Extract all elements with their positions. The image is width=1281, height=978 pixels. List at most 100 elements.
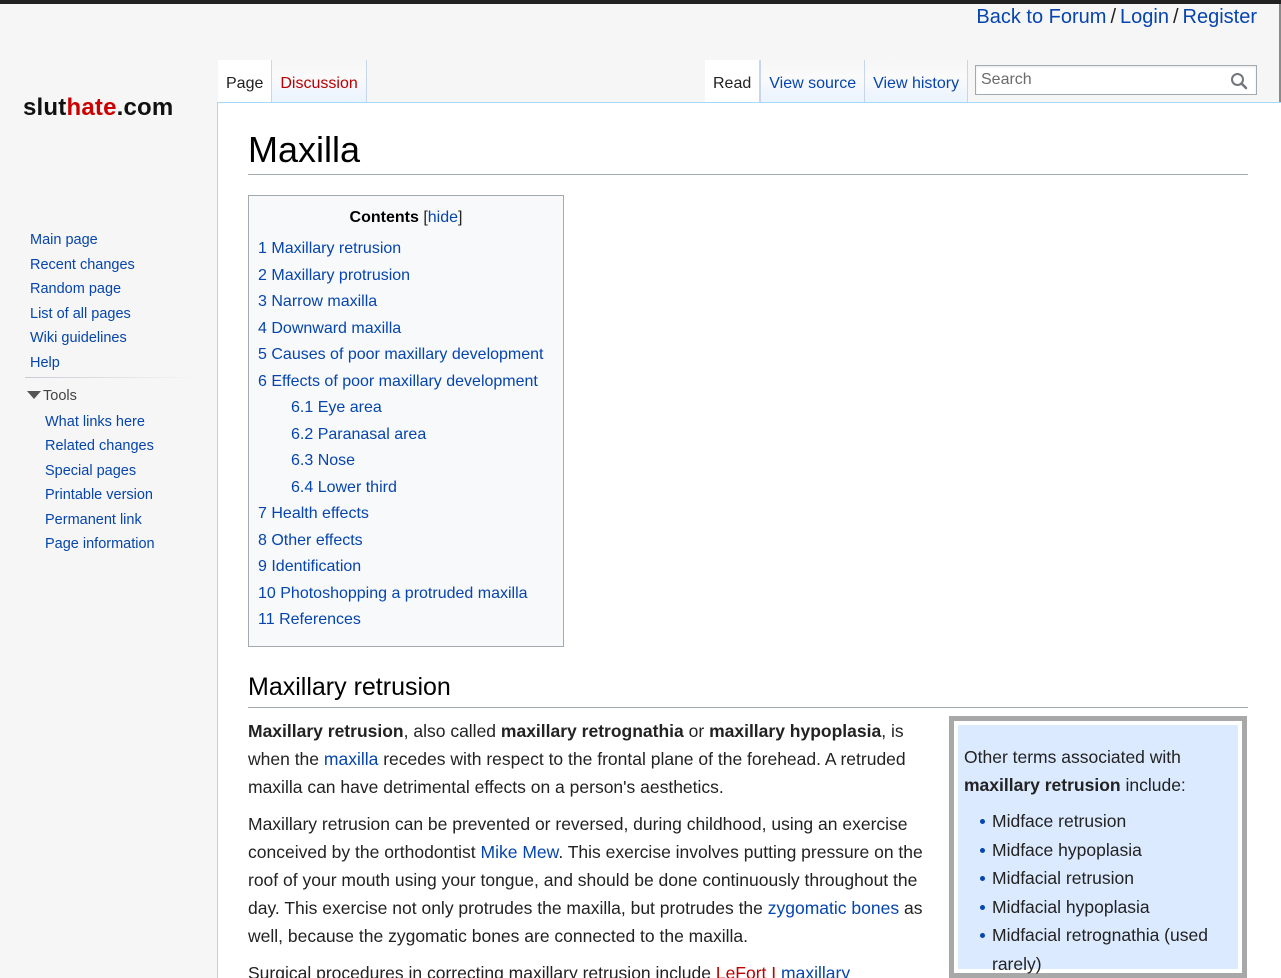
tab-view-history[interactable]: View history [865,60,969,102]
collapse-triangle-icon [27,391,41,399]
zygomatic-bones-link[interactable]: zygomatic bones [768,898,899,918]
search-box [975,65,1257,95]
bracket: ] [458,209,463,226]
sidebar-item-help[interactable]: Help [30,353,195,378]
toc-item: 6.3 Nose [258,450,544,477]
top-account-bar: Back to Forum / Login / Register [976,6,1257,29]
toc-link[interactable]: 6 Effects of poor maxillary development [258,373,538,390]
toc-header: Contents [hide] [249,209,563,227]
toc-link[interactable]: 8 Other effects [258,532,363,549]
toc-label: Paranasal area [317,425,427,443]
toc-item: 6.2 Paranasal area [258,424,544,451]
toc-link[interactable]: 7 Health effects [258,505,369,522]
toc-label: Maxillary protrusion [271,266,411,284]
toc-number: 4 [258,319,267,337]
separator: / [1172,6,1179,28]
toc-link[interactable]: 9 Identification [258,558,361,575]
sidebar-item-random-page[interactable]: Random page [30,279,195,304]
search-input[interactable] [979,70,1223,90]
toc-label: Health effects [271,505,369,522]
mike-mew-link[interactable]: Mike Mew [481,842,559,862]
toc-item: 3 Narrow maxilla [258,291,544,318]
toc-item: 10 Photoshopping a protruded maxilla [258,583,544,610]
toc-number: 6.2 [291,425,314,443]
sidebar-item-list-of-all-pages[interactable]: List of all pages [30,304,195,329]
page-title: Maxilla [248,129,361,170]
toc-item: 2 Maxillary protrusion [258,265,544,292]
text: Surgical procedures in correcting maxill… [248,963,716,978]
tools-item-printable-version[interactable]: Printable version [45,485,205,509]
tools-menu: What links here Related changes Special … [45,412,205,558]
site-logo[interactable]: sluthate.com [23,94,173,122]
toc-label: Narrow maxilla [271,293,378,310]
toc-link[interactable]: 3 Narrow maxilla [258,293,377,310]
toc-heading: Contents [349,209,419,226]
title-divider [248,174,1248,175]
toc-number: 6.3 [291,452,314,469]
search-icon[interactable] [1230,72,1248,90]
text: , also called [403,721,501,741]
toc-item: 7 Health effects [258,503,544,530]
toc-label: Downward maxilla [271,319,402,337]
maxillary-link[interactable]: maxillary [781,963,850,978]
toc-number: 6 [258,372,267,390]
separator: / [1110,6,1117,28]
article-content: Maxilla Contents [hide] 1 Maxillary retr… [217,102,1281,978]
toc-link[interactable]: 5 Causes of poor maxillary development [258,346,544,363]
table-of-contents: Contents [hide] 1 Maxillary retrusion 2 M… [248,195,564,647]
tab-discussion[interactable]: Discussion [272,60,367,102]
toc-link[interactable]: 4 Downward maxilla [258,320,401,337]
tab-page[interactable]: Page [218,60,273,102]
sidebar-item-recent-changes[interactable]: Recent changes [30,255,195,280]
tab-read[interactable]: Read [705,60,761,102]
paragraph: Surgical procedures in correcting maxill… [248,959,928,978]
toc-link[interactable]: 6.1 Eye area [291,399,382,416]
tools-toggle[interactable]: Tools [27,388,77,404]
toc-number: 5 [258,346,267,363]
paragraph: Maxillary retrusion, also called maxilla… [248,717,928,801]
paragraph: Maxillary retrusion can be prevented or … [248,810,928,950]
toc-link[interactable]: 2 Maxillary protrusion [258,267,410,284]
toc-link[interactable]: 1 Maxillary retrusion [258,240,401,257]
infobox-list-item: Midfacial hypoplasia [980,893,1232,922]
register-link[interactable]: Register [1183,6,1257,28]
toc-number: 2 [258,266,267,284]
logo-text-part: slut [23,94,67,121]
sidebar-item-main-page[interactable]: Main page [30,230,195,255]
maxilla-link[interactable]: maxilla [324,749,378,769]
bold-term: maxillary hypoplasia [709,721,882,741]
toc-link[interactable]: 11 References [258,611,361,628]
toc-link[interactable]: 10 Photoshopping a protruded maxilla [258,585,528,602]
tools-item-permanent-link[interactable]: Permanent link [45,510,205,534]
toc-label: Photoshopping a protruded maxilla [280,584,528,602]
toc-label: Lower third [317,478,397,496]
toc-link[interactable]: 6.4 Lower third [291,479,397,496]
toc-label: References [279,611,361,628]
back-to-forum-link[interactable]: Back to Forum [976,6,1106,28]
toc-item: 1 Maxillary retrusion [258,238,544,265]
toc-number: 9 [258,558,267,575]
sidebar-item-wiki-guidelines[interactable]: Wiki guidelines [30,328,195,353]
tools-item-page-information[interactable]: Page information [45,534,205,558]
infobox-intro: Other terms associated with [964,747,1181,767]
toc-number: 3 [258,293,267,310]
toc-label: Effects of poor maxillary development [271,372,538,390]
lefort-link[interactable]: LeFort I [716,963,776,978]
toc-link[interactable]: 6.3 Nose [291,452,355,469]
toc-number: 11 [258,611,275,628]
toc-link[interactable]: 6.2 Paranasal area [291,426,426,443]
tools-heading: Tools [43,388,77,404]
login-link[interactable]: Login [1120,6,1169,28]
tools-item-related-changes[interactable]: Related changes [45,436,205,460]
toc-hide-link[interactable]: hide [428,209,458,226]
tools-item-special-pages[interactable]: Special pages [45,461,205,485]
logo-text-part: hate [66,94,117,121]
toc-label: Causes of poor maxillary development [271,346,544,363]
toc-number: 6.1 [291,399,314,416]
section-divider [248,707,1248,708]
toc-item: 6.4 Lower third [258,477,544,504]
tools-item-what-links-here[interactable]: What links here [45,412,205,436]
tab-view-source[interactable]: View source [760,60,866,102]
toc-list: 1 Maxillary retrusion 2 Maxillary protrus… [258,238,544,636]
toc-label: Eye area [317,399,382,416]
